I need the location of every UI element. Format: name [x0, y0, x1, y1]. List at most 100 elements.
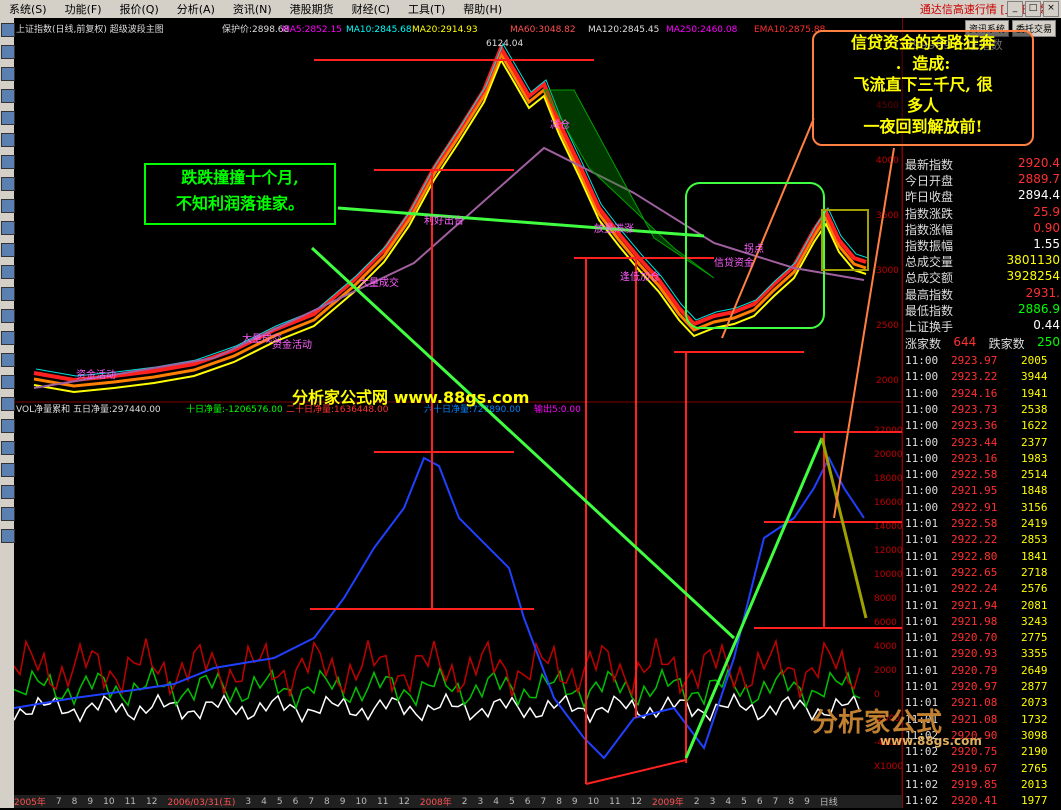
menu-item-5[interactable]: 港股期货 [281, 1, 343, 17]
toolbar-icon[interactable] [1, 155, 15, 169]
toolbar-icon[interactable] [1, 133, 15, 147]
tick-price: 2920.93 [951, 647, 998, 661]
menu-item-0[interactable]: 系统(S) [0, 1, 56, 17]
quote-row: 最高指数 2931. [905, 286, 1060, 302]
tick-row[interactable]: 11:01 2920.93 3355 [903, 647, 1061, 663]
vol-axis-tick: 14000 [874, 522, 902, 532]
tick-price: 2919.85 [951, 777, 998, 791]
toolbar-icon[interactable] [1, 287, 15, 301]
quote-label: 最低指数 [905, 303, 954, 318]
toolbar-icon[interactable] [1, 353, 15, 367]
tick-row[interactable]: 11:01 2922.80 1841 [903, 550, 1061, 566]
toolbar-icon[interactable] [1, 243, 15, 257]
quote-value: 3801130 [1006, 253, 1060, 268]
tick-price: 2921.94 [951, 598, 998, 612]
toolbar-icon[interactable] [1, 67, 15, 81]
menu-item-4[interactable]: 资讯(N) [224, 1, 281, 17]
tick-row[interactable]: 11:01 2920.70 2775 [903, 631, 1061, 647]
menu-item-3[interactable]: 分析(A) [168, 1, 224, 17]
tick-row[interactable]: 11:01 2920.97 2877 [903, 680, 1061, 696]
tick-volume: 2649 [1021, 663, 1048, 677]
quote-row: 总成交量 3801130 [905, 253, 1060, 269]
quote-value: 0.44 [1033, 318, 1060, 332]
quote-row: 指数涨幅 0.90 [905, 221, 1060, 237]
tick-row[interactable]: 11:01 2922.24 2576 [903, 582, 1061, 598]
toolbar-icon[interactable] [1, 309, 15, 323]
date-tick: 11 [376, 796, 389, 807]
menu-item-6[interactable]: 财经(C) [343, 1, 399, 17]
tick-time: 11:01 [905, 631, 939, 645]
date-tick: 11 [609, 796, 621, 807]
toolbar-icon[interactable] [1, 419, 15, 433]
toolbar-icon[interactable] [1, 45, 15, 59]
minimize-icon[interactable]: _ [1007, 1, 1023, 17]
tick-price: 2920.79 [951, 663, 998, 677]
tick-row[interactable]: 11:02 2919.67 2765 [903, 762, 1061, 778]
tick-volume: 3098 [1021, 728, 1048, 742]
tick-row[interactable]: 11:00 2921.95 1848 [903, 484, 1061, 500]
toolbar-icon[interactable] [1, 111, 15, 125]
toolbar-icon[interactable] [1, 221, 15, 235]
date-tick: 6 [756, 796, 763, 807]
tick-time: 11:02 [905, 777, 939, 791]
date-tick: 10 [587, 796, 600, 807]
toolbar-icon[interactable] [1, 397, 15, 411]
price-axis-tick: 4000 [876, 156, 899, 166]
menu-item-8[interactable]: 帮助(H) [454, 1, 511, 17]
toolbar-icon[interactable] [1, 485, 15, 499]
menu-item-1[interactable]: 功能(F) [56, 1, 111, 17]
date-tick: 3 [477, 796, 484, 807]
toolbar-icon[interactable] [1, 375, 15, 389]
toolbar-icon[interactable] [1, 529, 15, 543]
toolbar-icon[interactable] [1, 441, 15, 455]
date-tick: 9 [804, 796, 810, 807]
tick-row[interactable]: 11:01 2922.22 2853 [903, 533, 1061, 549]
toolbar-icon[interactable] [1, 23, 15, 37]
tick-row[interactable]: 11:00 2922.58 2514 [903, 468, 1061, 484]
chart-header-text: MA10:2845.68 [346, 25, 412, 35]
count-up: 644 [953, 335, 977, 349]
chart-header-text: 上证指数(日线,前复权) 超级波段主图 [16, 23, 164, 35]
toolbar-icon[interactable] [1, 331, 15, 345]
tick-row[interactable]: 11:01 2922.65 2718 [903, 566, 1061, 582]
tick-volume: 3156 [1021, 500, 1048, 514]
toolbar-icon[interactable] [1, 199, 15, 213]
tick-volume: 2377 [1021, 435, 1048, 449]
vol-axis-tick: 18000 [874, 474, 902, 484]
date-tick: 9 [339, 796, 346, 807]
tick-row[interactable]: 11:02 2919.85 2013 [903, 778, 1061, 794]
tick-row[interactable]: 11:00 2923.22 3944 [903, 370, 1061, 386]
menu-item-2[interactable]: 报价(Q) [111, 1, 168, 17]
toolbar-icon[interactable] [1, 265, 15, 279]
toolbar-icon[interactable] [1, 463, 15, 477]
tick-row[interactable]: 11:00 2922.91 3156 [903, 501, 1061, 517]
tick-row[interactable]: 11:01 2920.79 2649 [903, 664, 1061, 680]
tick-row[interactable]: 11:01 2922.58 2419 [903, 517, 1061, 533]
tick-time: 11:01 [905, 647, 939, 661]
tick-row[interactable]: 11:00 2923.44 2377 [903, 436, 1061, 452]
chart-header-text: MA250:2460.08 [666, 25, 738, 35]
chart-header-text: MA20:2914.93 [412, 25, 478, 35]
tick-volume: 2190 [1021, 745, 1048, 759]
menu-item-7[interactable]: 工具(T) [399, 1, 454, 17]
chart-header-text: 保护价:2898.68 [222, 23, 290, 35]
tick-row[interactable]: 11:00 2923.36 1622 [903, 419, 1061, 435]
tick-row[interactable]: 11:00 2923.97 2005 [903, 354, 1061, 370]
close-icon[interactable]: × [1043, 1, 1059, 17]
green-arrow [337, 206, 705, 238]
date-tick: 3 [709, 796, 716, 807]
tick-row[interactable]: 11:01 2921.98 3243 [903, 615, 1061, 631]
tick-row[interactable]: 11:00 2923.73 2538 [903, 403, 1061, 419]
date-tick: 10 [355, 796, 367, 807]
maximize-icon[interactable]: □ [1025, 1, 1041, 17]
toolbar-icon[interactable] [1, 507, 15, 521]
tick-volume: 2765 [1021, 761, 1048, 775]
tick-time: 11:00 [905, 484, 939, 498]
toolbar-icon[interactable] [1, 89, 15, 103]
tick-row[interactable]: 11:00 2923.16 1983 [903, 452, 1061, 468]
toolbar-icon[interactable] [1, 177, 15, 191]
vol-header-text: 输出5:0.00 [534, 403, 581, 415]
chart-annotation: 利好出台 [424, 214, 464, 227]
tick-row[interactable]: 11:01 2921.94 2081 [903, 599, 1061, 615]
tick-row[interactable]: 11:00 2924.16 1941 [903, 387, 1061, 403]
